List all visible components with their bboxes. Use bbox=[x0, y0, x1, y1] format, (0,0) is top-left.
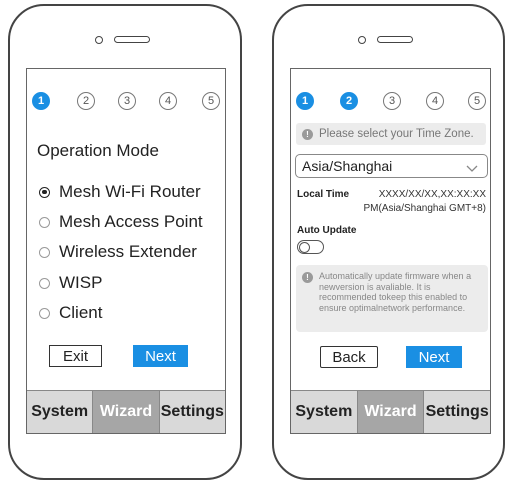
left-phone-frame: 1 2 3 4 5 Operation Mode Mesh Wi-Fi Rout… bbox=[8, 4, 242, 480]
auto-update-toggle[interactable] bbox=[297, 240, 324, 254]
mode-label: Mesh Access Point bbox=[59, 212, 203, 231]
auto-update-info-box: ! Automatically update firmware when a n… bbox=[296, 265, 488, 332]
radio-icon bbox=[39, 307, 50, 319]
tab-settings[interactable]: Settings bbox=[424, 391, 490, 433]
right-phone-frame: 1 2 3 4 5 ! Please select your Time Zone… bbox=[272, 4, 505, 480]
page-title: Operation Mode bbox=[37, 141, 159, 160]
tab-system[interactable]: System bbox=[27, 391, 94, 433]
camera-icon bbox=[95, 36, 103, 44]
speaker-grille bbox=[114, 36, 150, 43]
tab-wizard[interactable]: Wizard bbox=[357, 391, 425, 433]
bottom-tab-bar: System Wizard Settings bbox=[27, 390, 225, 433]
next-button[interactable]: Next bbox=[406, 346, 462, 368]
left-screen: 1 2 3 4 5 Operation Mode Mesh Wi-Fi Rout… bbox=[26, 68, 226, 434]
exit-button[interactable]: Exit bbox=[49, 345, 102, 367]
auto-update-label: Auto Update bbox=[297, 225, 357, 236]
info-icon: ! bbox=[302, 128, 313, 140]
radio-icon bbox=[39, 277, 50, 289]
step-1: 1 bbox=[32, 92, 50, 110]
timezone-notice-text: Please select your Time Zone. bbox=[319, 128, 474, 140]
step-2: 2 bbox=[77, 92, 95, 110]
mode-option-wisp[interactable]: WISP bbox=[39, 273, 102, 293]
step-4: 4 bbox=[159, 92, 177, 110]
timezone-notice: ! Please select your Time Zone. bbox=[296, 123, 486, 145]
next-button[interactable]: Next bbox=[133, 345, 188, 367]
mode-label: Mesh Wi-Fi Router bbox=[59, 182, 201, 201]
camera-icon bbox=[358, 36, 366, 44]
mode-label: Client bbox=[59, 303, 103, 322]
info-icon: ! bbox=[302, 272, 313, 283]
mode-label: WISP bbox=[59, 273, 103, 292]
local-time-label: Local Time bbox=[297, 189, 350, 200]
bottom-tab-bar: System Wizard Settings bbox=[291, 390, 490, 433]
mode-label: Wireless Extender bbox=[59, 242, 197, 261]
mode-option-wireless-extender[interactable]: Wireless Extender bbox=[39, 242, 197, 262]
tab-wizard[interactable]: Wizard bbox=[93, 391, 160, 433]
step-2: 2 bbox=[340, 92, 358, 110]
auto-update-info-text: Automatically update firmware when a new… bbox=[319, 271, 472, 313]
step-3: 3 bbox=[383, 92, 401, 110]
toggle-knob bbox=[299, 241, 310, 253]
tab-settings[interactable]: Settings bbox=[160, 391, 225, 433]
local-time-value-line1: XXXX/XX/XX,XX:XX:XX bbox=[378, 189, 486, 200]
radio-icon bbox=[39, 216, 50, 228]
timezone-select-value: Asia/Shanghai bbox=[302, 158, 393, 174]
speaker-grille bbox=[377, 36, 413, 43]
back-button[interactable]: Back bbox=[320, 346, 378, 368]
mode-option-client[interactable]: Client bbox=[39, 303, 102, 323]
radio-checked-icon bbox=[39, 186, 50, 198]
step-4: 4 bbox=[426, 92, 444, 110]
step-5: 5 bbox=[202, 92, 220, 110]
right-screen: 1 2 3 4 5 ! Please select your Time Zone… bbox=[290, 68, 491, 434]
chevron-down-icon bbox=[466, 160, 478, 178]
local-time-value-line2: PM(Asia/Shanghai GMT+8) bbox=[363, 203, 486, 214]
mode-option-mesh-access-point[interactable]: Mesh Access Point bbox=[39, 212, 203, 232]
tab-system[interactable]: System bbox=[291, 391, 358, 433]
step-1: 1 bbox=[296, 92, 314, 110]
timezone-select[interactable]: Asia/Shanghai bbox=[295, 154, 488, 178]
radio-icon bbox=[39, 246, 50, 258]
step-5: 5 bbox=[468, 92, 486, 110]
step-3: 3 bbox=[118, 92, 136, 110]
mode-option-mesh-wifi-router[interactable]: Mesh Wi-Fi Router bbox=[39, 182, 201, 202]
